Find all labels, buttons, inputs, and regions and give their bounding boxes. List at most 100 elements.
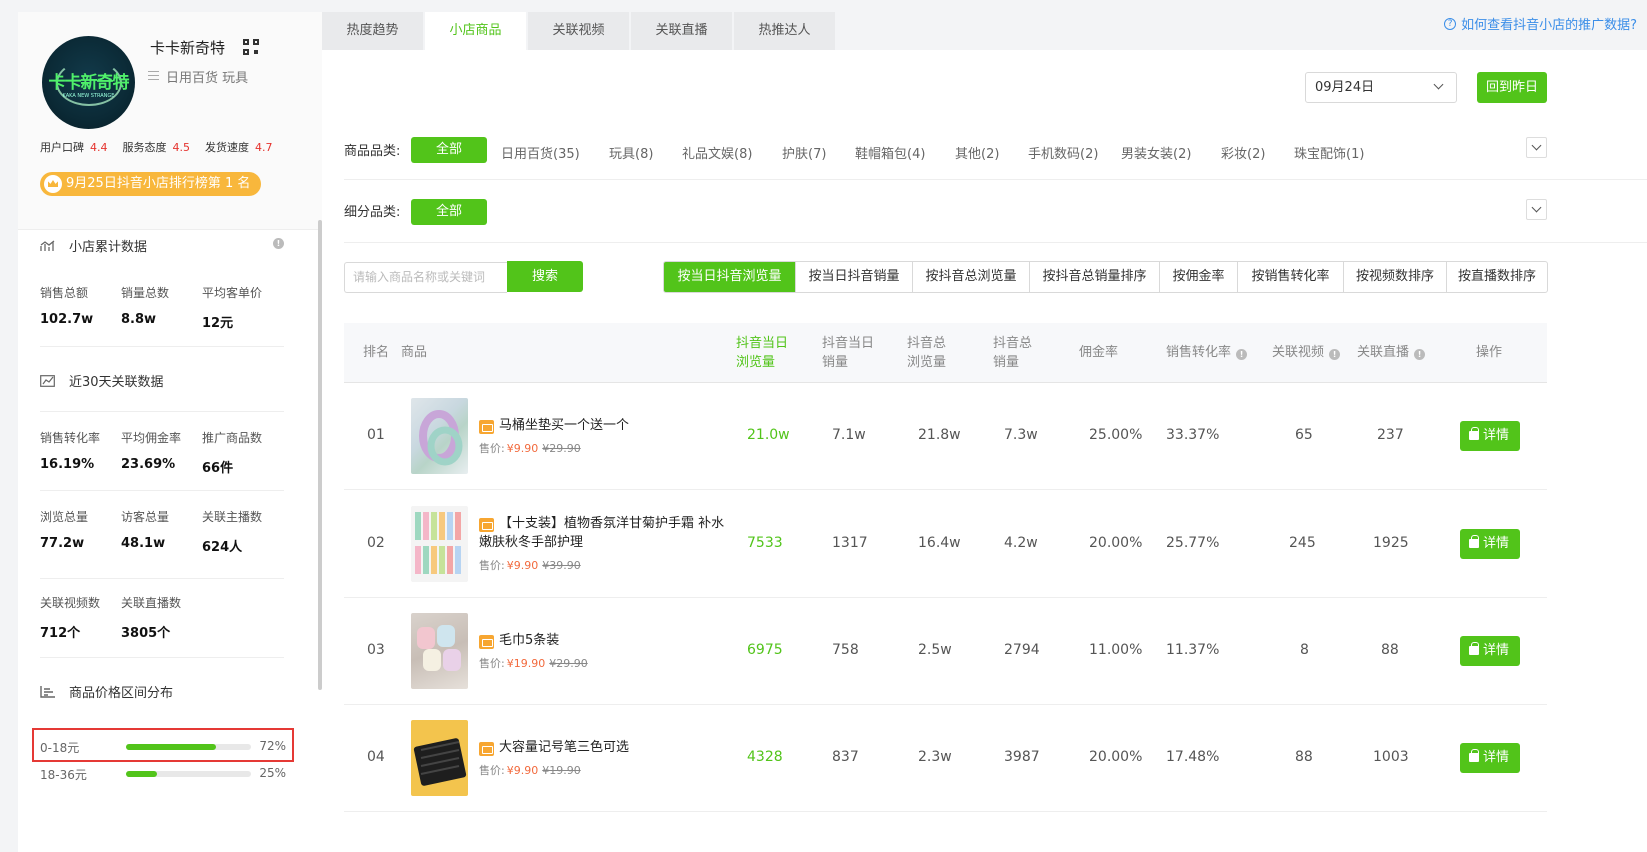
cell-videos: 245	[1289, 535, 1316, 551]
search-input[interactable]: 请输入商品名称或关键词	[344, 262, 507, 293]
row-rank: 02	[367, 535, 385, 551]
category-filter-item[interactable]: 手机数码(2)	[1028, 143, 1098, 162]
line-chart-icon	[40, 374, 55, 387]
cell-lives: 88	[1381, 642, 1399, 658]
price-range-row: 18-36元 25%	[40, 766, 286, 782]
chevron-down-icon	[1433, 79, 1444, 90]
sort-conversion-button[interactable]: 按销售转化率	[1237, 262, 1343, 292]
category-filter-item[interactable]: 护肤(7)	[782, 143, 826, 162]
cell-conversion: 11.37%	[1166, 642, 1220, 658]
col-total-views[interactable]: 抖音总 浏览量	[907, 334, 946, 372]
detail-button[interactable]: 详情	[1460, 636, 1520, 666]
sort-total-views-button[interactable]: 按抖音总浏览量	[912, 262, 1029, 292]
col-day-sales[interactable]: 抖音当日 销量	[822, 334, 874, 372]
help-link[interactable]: ? 如何查看抖音小店的推广数据?	[1444, 14, 1637, 33]
rank-badge[interactable]: 9月25日抖音小店排行榜第 1 名	[40, 172, 262, 196]
metric-label: 平均客单价	[202, 286, 263, 300]
back-to-yesterday-button[interactable]: 回到昨日	[1477, 72, 1547, 103]
metric-value: 23.69%	[121, 457, 176, 472]
detail-button[interactable]: 详情	[1460, 421, 1520, 451]
col-day-views[interactable]: 抖音当日 浏览量	[736, 334, 788, 372]
product-price: 售价: ¥9.90 ¥19.90	[479, 762, 581, 778]
sort-videos-button[interactable]: 按视频数排序	[1343, 262, 1446, 292]
category-all-button[interactable]: 全部	[411, 137, 487, 163]
shop-logo: 卡卡新奇特 KAKA NEW STRANGE	[42, 36, 135, 129]
tab-hot-influencers[interactable]: 热推达人	[734, 12, 835, 50]
price-label: 售价:	[479, 657, 505, 670]
product-image[interactable]	[411, 506, 468, 582]
metric-value: 624人	[202, 540, 243, 555]
cell-lives: 1925	[1373, 535, 1409, 551]
detail-button[interactable]: 详情	[1460, 529, 1520, 559]
tab-related-videos[interactable]: 关联视频	[528, 12, 629, 50]
detail-label: 详情	[1482, 643, 1509, 658]
sort-day-sales-button[interactable]: 按当日抖音销量	[795, 262, 912, 292]
col-commission[interactable]: 佣金率	[1079, 343, 1118, 362]
tab-heat-trend[interactable]: 热度趋势	[322, 12, 423, 50]
category-filter-item[interactable]: 礼品文娱(8)	[682, 143, 752, 162]
product-name[interactable]: 【十支装】植物香氛洋甘菊护手霜 补水嫩肤秋冬手部护理	[479, 514, 737, 552]
date-select[interactable]: 09月24日	[1305, 72, 1457, 103]
category-filter-item[interactable]: 珠宝配饰(1)	[1294, 143, 1364, 162]
product-image[interactable]	[411, 613, 468, 689]
col-lives[interactable]: 关联直播!	[1357, 343, 1426, 362]
rating-label: 发货速度	[205, 141, 249, 154]
sort-day-views-button[interactable]: 按当日抖音浏览量	[664, 262, 795, 292]
sort-lives-button[interactable]: 按直播数排序	[1446, 262, 1547, 292]
price-current: ¥19.90	[506, 657, 546, 670]
price-range-fill	[126, 744, 216, 750]
chart-trend-icon	[40, 239, 55, 251]
subcategory-all-button[interactable]: 全部	[411, 199, 487, 225]
metric-value: 3805个	[121, 626, 171, 641]
price-current: ¥9.90	[506, 559, 539, 572]
category-filter-item[interactable]: 其他(2)	[955, 143, 999, 162]
info-icon[interactable]: !	[1236, 349, 1248, 360]
detail-button[interactable]: 详情	[1460, 743, 1520, 773]
product-image[interactable]	[411, 720, 468, 796]
tab-shop-products[interactable]: 小店商品	[425, 12, 526, 50]
col-day-sales-line1: 抖音当日	[822, 336, 875, 351]
expand-categories-button[interactable]	[1526, 137, 1547, 158]
cell-conversion: 17.48%	[1166, 749, 1220, 765]
cell-total-views: 21.8w	[918, 427, 961, 443]
cell-total-views: 16.4w	[918, 535, 961, 551]
product-image[interactable]	[411, 398, 468, 474]
category-filter-item[interactable]: 日用百货(35)	[501, 143, 580, 162]
product-name[interactable]: 毛巾5条装	[479, 631, 737, 650]
help-link-text: 如何查看抖音小店的推广数据?	[1461, 18, 1637, 33]
expand-subcategories-button[interactable]	[1526, 199, 1547, 220]
cell-commission: 25.00%	[1089, 427, 1143, 443]
shopping-bag-icon	[1469, 535, 1479, 548]
col-day-views-line2: 浏览量	[736, 355, 776, 370]
price-dist-title: 商品价格区间分布	[40, 682, 173, 701]
logo-subtext: KAKA NEW STRANGE	[62, 93, 115, 99]
product-name[interactable]: 马桶坐垫买一个送一个	[479, 416, 737, 435]
cell-day-views: 21.0w	[747, 427, 790, 443]
qr-code-icon[interactable]	[243, 39, 259, 55]
search-button[interactable]: 搜索	[507, 261, 583, 292]
price-label: 售价:	[479, 764, 505, 777]
col-day-sales-line2: 销量	[822, 355, 849, 370]
info-icon[interactable]: !	[1329, 349, 1341, 360]
col-total-sales[interactable]: 抖音总 销量	[993, 334, 1032, 372]
category-filter-item[interactable]: 玩具(8)	[609, 143, 653, 162]
shop-name: 卡卡新奇特	[150, 39, 226, 57]
category-filter-item[interactable]: 男装女装(2)	[1121, 143, 1191, 162]
col-conversion[interactable]: 销售转化率!	[1166, 343, 1248, 362]
info-icon[interactable]: !	[1414, 349, 1426, 360]
product-name[interactable]: 大容量记号笔三色可选	[479, 738, 737, 757]
sort-commission-button[interactable]: 按佣金率	[1159, 262, 1237, 292]
category-filter-item[interactable]: 鞋帽箱包(4)	[855, 143, 925, 162]
info-icon[interactable]: !	[273, 238, 284, 249]
rating-value: 4.5	[172, 141, 191, 154]
col-videos[interactable]: 关联视频!	[1272, 343, 1341, 362]
sort-total-sales-button[interactable]: 按抖音总销量排序	[1029, 262, 1159, 292]
cell-conversion: 25.77%	[1166, 535, 1220, 551]
table-header: 排名 商品 抖音当日 浏览量 抖音当日 销量 抖音总 浏览量 抖音总 销量 佣金率 销售…	[344, 323, 1547, 383]
category-filter-item[interactable]: 彩妆(2)	[1221, 143, 1265, 162]
price-range-track	[126, 744, 251, 750]
price-range-label: 0-18元	[40, 741, 80, 755]
recent30-title: 近30天关联数据	[40, 371, 164, 390]
tab-related-lives[interactable]: 关联直播	[631, 12, 732, 50]
divider	[344, 242, 1647, 243]
